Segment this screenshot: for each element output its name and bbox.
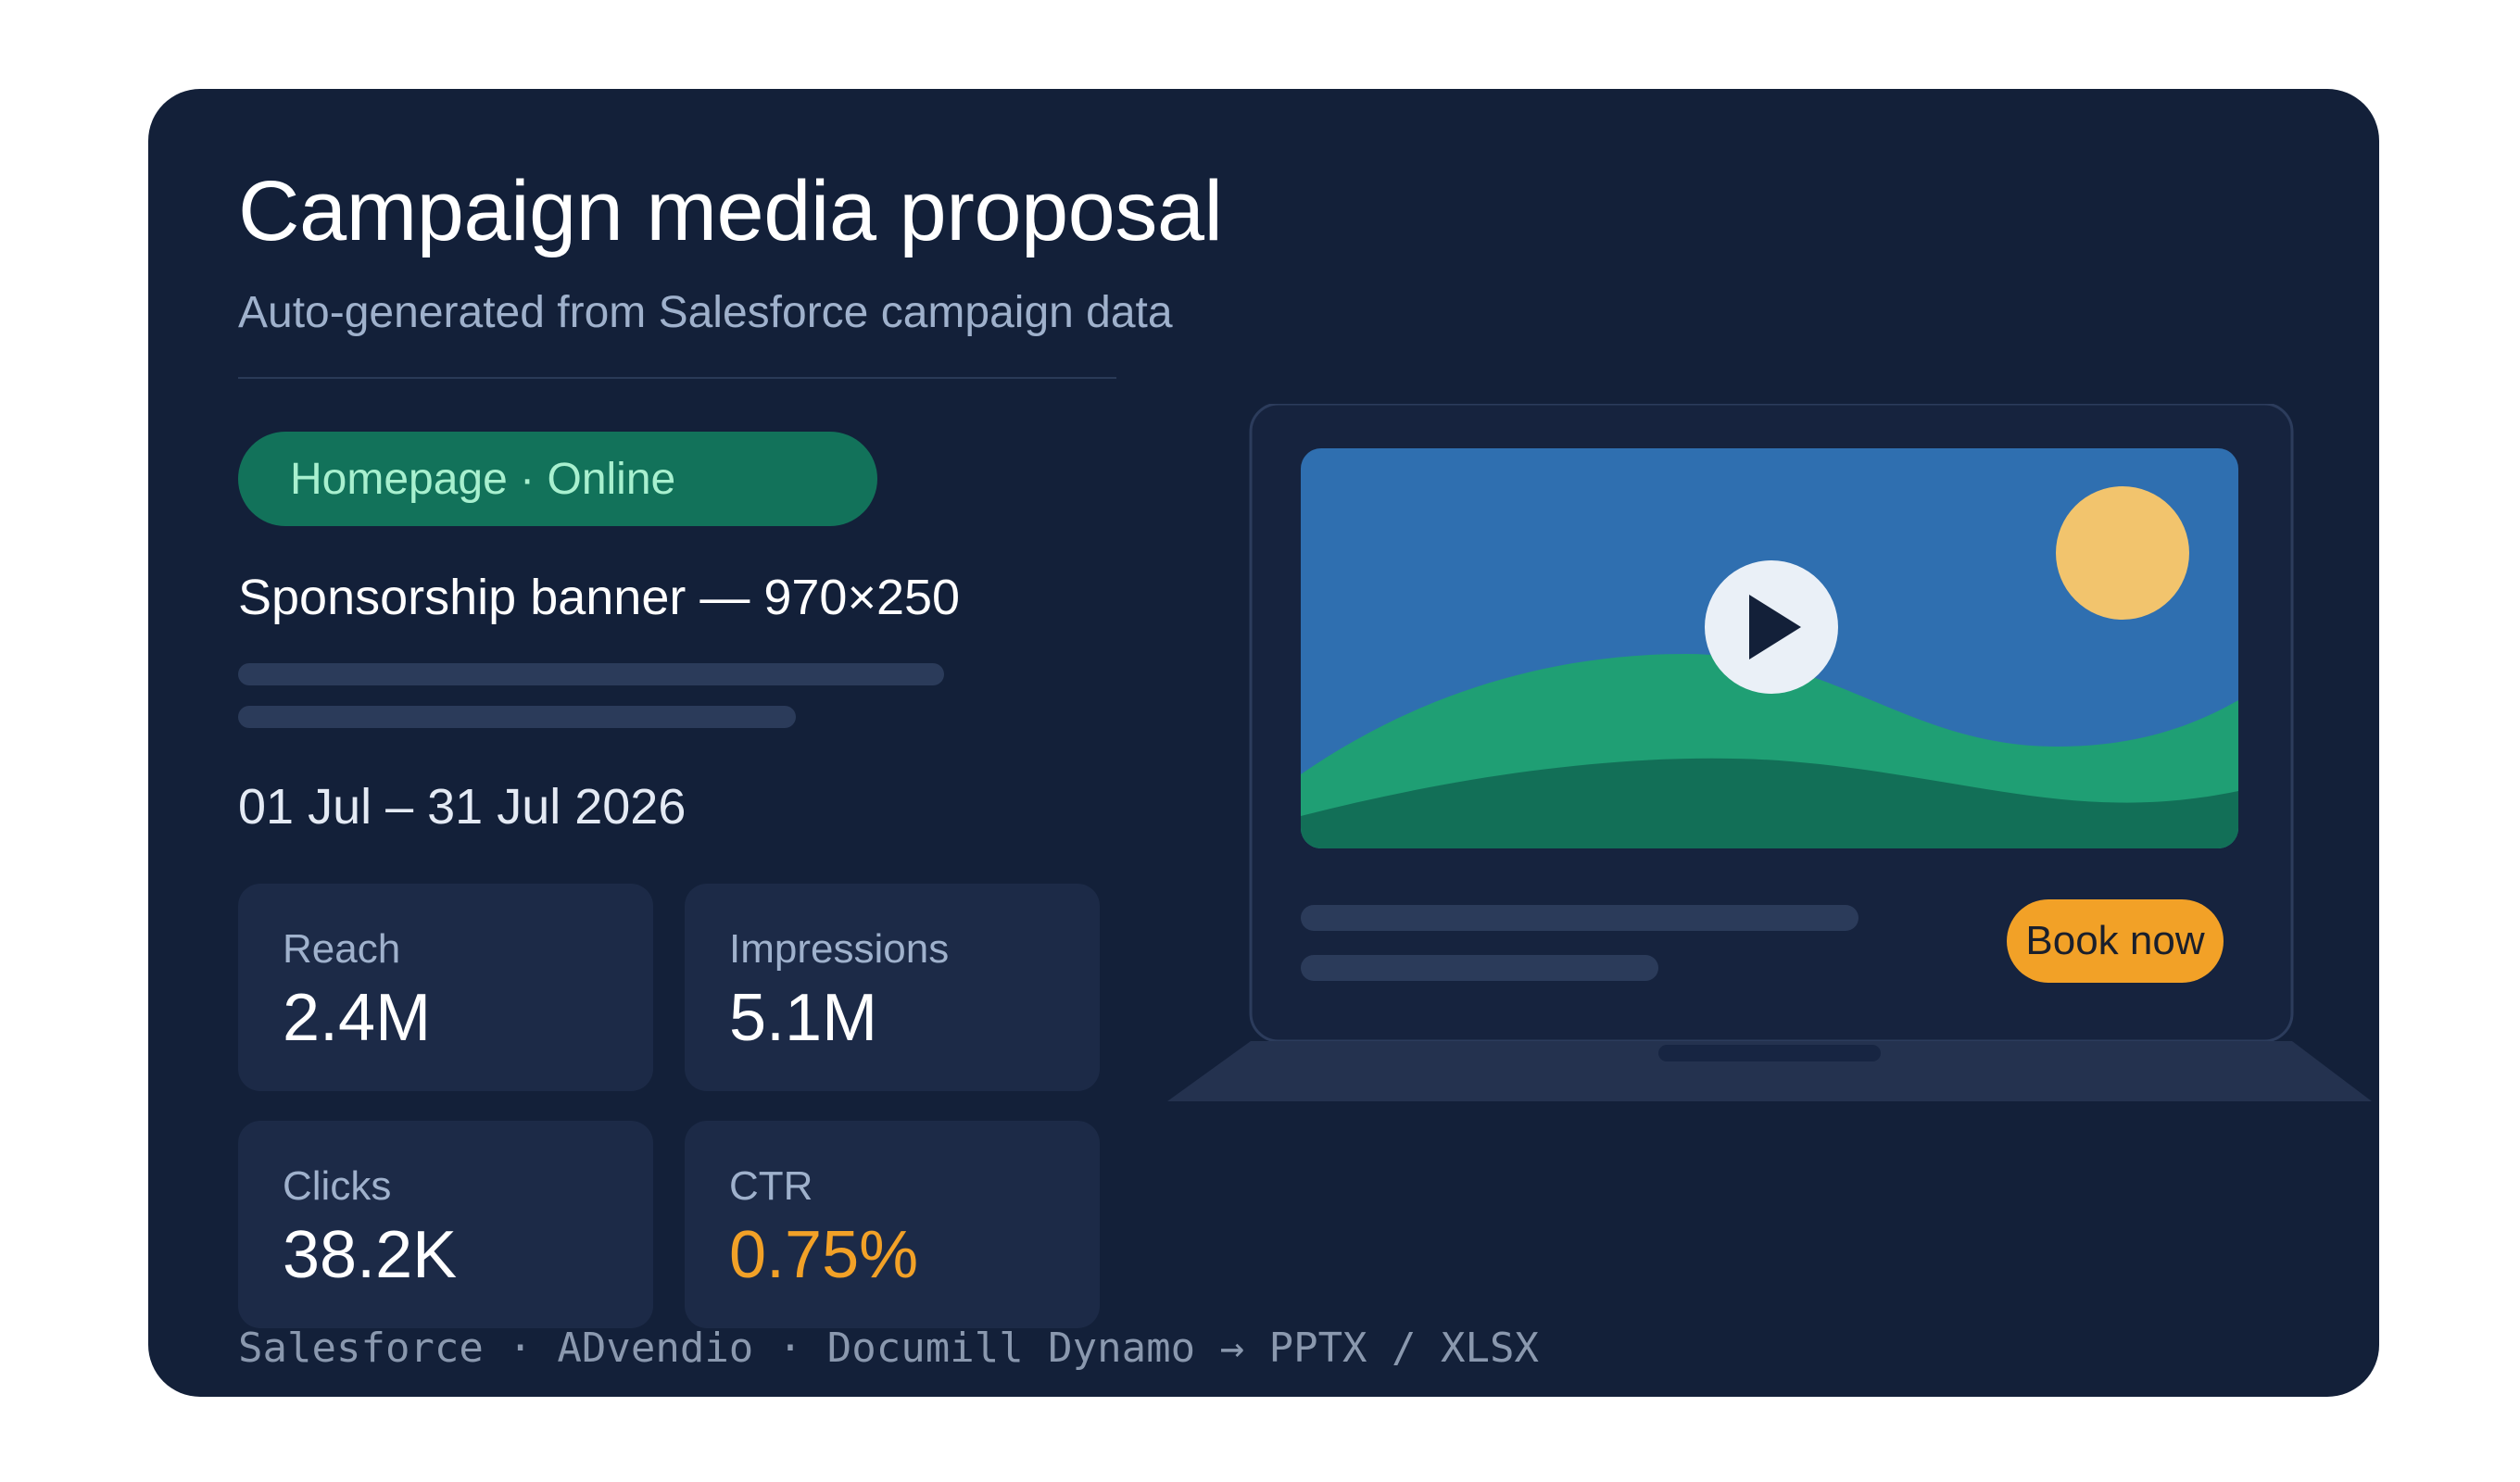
proposal-card: Campaign media proposal Auto-generated f…	[148, 89, 2379, 1397]
metric-card-reach: Reach 2.4M	[238, 884, 653, 1091]
text-placeholder-line	[1301, 955, 1658, 981]
metric-card-clicks: Clicks 38.2K	[238, 1121, 653, 1328]
text-placeholder-line	[238, 663, 944, 685]
text-placeholder-line	[1301, 905, 1858, 931]
integration-footer: Salesforce · ADvendio · Documill Dynamo …	[238, 1325, 1539, 1372]
divider	[238, 377, 1116, 379]
metric-value: 2.4M	[283, 981, 432, 1055]
sun-icon	[2056, 486, 2189, 620]
play-button[interactable]	[1705, 560, 1838, 694]
laptop-trackpad-notch	[1658, 1045, 1881, 1061]
page-subtitle: Auto-generated from Salesforce campaign …	[238, 288, 1173, 337]
laptop-icon	[1167, 404, 2372, 1101]
metric-value: 5.1M	[729, 981, 878, 1055]
metric-value: 0.75%	[729, 1218, 919, 1292]
campaign-dates: 01 Jul – 31 Jul 2026	[238, 779, 687, 835]
text-placeholder-line	[238, 706, 796, 728]
metric-label: Clicks	[283, 1163, 392, 1209]
placement-tag: Homepage · Online	[238, 432, 877, 526]
metric-label: CTR	[729, 1163, 813, 1209]
metric-label: Reach	[283, 926, 401, 972]
metric-card-ctr: CTR 0.75%	[685, 1121, 1100, 1328]
metric-value: 38.2K	[283, 1218, 458, 1292]
metric-card-impressions: Impressions 5.1M	[685, 884, 1100, 1091]
metric-label: Impressions	[729, 926, 950, 972]
page-title: Campaign media proposal	[238, 164, 1223, 258]
book-now-button[interactable]: Book now	[2007, 899, 2224, 983]
banner-title: Sponsorship banner — 970×250	[238, 570, 961, 625]
